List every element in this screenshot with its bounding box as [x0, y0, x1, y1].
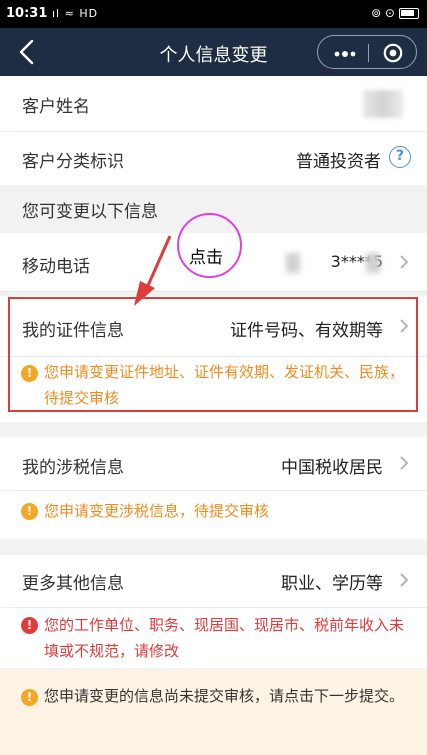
- customer-name-label: 客户姓名: [22, 97, 90, 117]
- section-header-label: 您可变更以下信息: [22, 202, 158, 222]
- status-bar: 10:31 ıl ≈ HD ⊚ ⊙: [0, 0, 427, 28]
- nav-bar: 个人信息变更: [0, 28, 427, 76]
- customer-type-row: 客户分类标识 普通投资者: [0, 132, 427, 185]
- alarm-icons: ⊚ ⊙: [371, 6, 419, 20]
- close-miniprogram-icon[interactable]: [383, 43, 403, 63]
- more-info-row[interactable]: 更多其他信息 职业、学历等: [0, 555, 427, 607]
- warning-icon: !: [21, 365, 38, 382]
- mobile-redacted-right: [366, 253, 380, 273]
- help-question-icon[interactable]: ?: [389, 146, 411, 168]
- error-icon: !: [21, 617, 38, 634]
- tax-info-row[interactable]: 我的涉税信息 中国税收居民: [0, 437, 427, 490]
- back-icon[interactable]: [14, 38, 40, 66]
- chevron-right-icon: [400, 573, 409, 587]
- customer-type-label: 客户分类标识: [22, 152, 124, 172]
- customer-name-redacted: [363, 90, 403, 118]
- section-header: 您可变更以下信息: [0, 185, 427, 232]
- warning-icon: !: [21, 689, 38, 706]
- more-info-notice: ! 您的工作单位、职务、现居国、现居市、税前年收入未填或不规范，请修改: [0, 608, 427, 668]
- mini-program-capsule: [317, 35, 417, 69]
- id-info-value: 证件号码、有效期等: [230, 321, 383, 341]
- chevron-right-icon: [400, 319, 409, 333]
- bottom-notice: ! 您申请变更的信息尚未提交审核，请点击下一步提交。: [0, 670, 427, 755]
- customer-type-value: 普通投资者: [296, 152, 381, 172]
- more-info-value: 职业、学历等: [281, 574, 383, 594]
- mobile-row[interactable]: 移动电话 3****5: [0, 233, 427, 291]
- warning-icon: !: [21, 503, 38, 520]
- battery-icon: [399, 8, 419, 19]
- more-icon[interactable]: [334, 51, 356, 57]
- chevron-right-icon: [400, 456, 409, 470]
- mobile-label: 移动电话: [22, 257, 90, 277]
- tax-info-notice: ! 您申请变更涉税信息，待提交审核: [0, 491, 427, 539]
- tax-info-label: 我的涉税信息: [22, 458, 124, 478]
- id-info-label: 我的证件信息: [22, 321, 124, 341]
- alarm-icon: ⊚ ⊙: [371, 6, 395, 20]
- id-info-notice-text: 您申请变更证件地址、证件有效期、发证机关、民族，待提交审核: [44, 363, 405, 407]
- chevron-right-icon: [400, 255, 409, 269]
- signal-wifi-icons: ıl ≈ HD: [52, 7, 99, 20]
- id-info-notice: ! 您申请变更证件地址、证件有效期、发证机关、民族，待提交审核: [0, 357, 427, 422]
- status-time: 10:31: [6, 6, 48, 21]
- id-info-row[interactable]: 我的证件信息 证件号码、有效期等: [0, 296, 427, 356]
- tax-info-value: 中国税收居民: [281, 458, 383, 478]
- tax-info-notice-text: 您申请变更涉税信息，待提交审核: [44, 502, 270, 520]
- more-info-notice-text: 您的工作单位、职务、现居国、现居市、税前年收入未填或不规范，请修改: [44, 616, 405, 660]
- more-info-label: 更多其他信息: [22, 574, 124, 594]
- divider: [0, 291, 427, 292]
- capsule-divider: [368, 44, 369, 62]
- bottom-notice-text: 您申请变更的信息尚未提交审核，请点击下一步提交。: [44, 687, 405, 705]
- mobile-redacted-left: [286, 253, 300, 273]
